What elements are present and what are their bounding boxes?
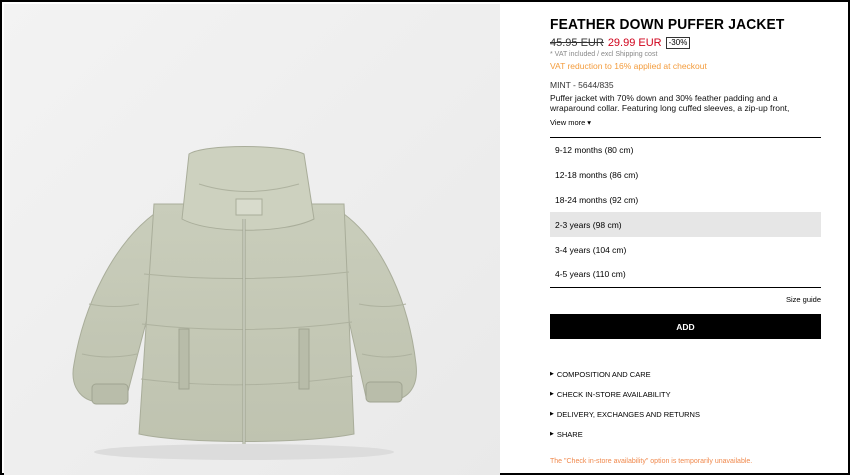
size-option[interactable]: 3-4 years (104 cm) (550, 237, 821, 262)
jacket-illustration (4, 4, 500, 475)
product-image (4, 4, 500, 475)
link-label: CHECK IN-STORE AVAILABILITY (556, 389, 671, 399)
link-label: SHARE (556, 429, 583, 439)
product-description: Puffer jacket with 70% down and 30% feat… (550, 93, 790, 113)
view-more-link[interactable]: View more ▾ (550, 118, 822, 127)
window-frame: FEATHER DOWN PUFFER JACKET 45.95 EUR 29.… (0, 0, 850, 475)
sale-price: 29.99 EUR (607, 37, 662, 49)
availability-notice: The "Check in-store availability" option… (550, 458, 753, 465)
composition-care-link[interactable]: ▶ COMPOSITION AND CARE (550, 364, 821, 384)
share-link[interactable]: ▶ SHARE (550, 424, 821, 444)
link-label: COMPOSITION AND CARE (556, 369, 651, 379)
size-option[interactable]: 9-12 months (80 cm) (550, 138, 821, 163)
size-label: 3-4 years (104 cm) (555, 244, 627, 255)
product-title: FEATHER DOWN PUFFER JACKET (550, 16, 785, 33)
size-label: 18-24 months (92 cm) (555, 194, 639, 205)
delivery-returns-link[interactable]: ▶ DELIVERY, EXCHANGES AND RETURNS (550, 404, 821, 424)
triangle-right-icon: ▶ (550, 411, 554, 417)
size-label: 12-18 months (86 cm) (555, 170, 639, 181)
size-label: 2-3 years (98 cm) (555, 219, 622, 230)
info-links: ▶ COMPOSITION AND CARE ▶ CHECK IN-STORE … (550, 364, 821, 444)
link-label: DELIVERY, EXCHANGES AND RETURNS (556, 409, 700, 419)
check-store-availability-link[interactable]: ▶ CHECK IN-STORE AVAILABILITY (550, 384, 821, 404)
size-option-selected[interactable]: 2-3 years (98 cm) (550, 212, 821, 238)
triangle-right-icon: ▶ (550, 391, 554, 397)
caret-down-icon: ▾ (587, 118, 592, 127)
old-price: 45.95 EUR (550, 37, 604, 49)
triangle-right-icon: ▶ (550, 371, 554, 377)
size-option[interactable]: 12-18 months (86 cm) (550, 163, 821, 188)
product-info: FEATHER DOWN PUFFER JACKET 45.95 EUR 29.… (550, 16, 822, 127)
size-selector: 9-12 months (80 cm) 12-18 months (86 cm)… (550, 137, 821, 288)
triangle-right-icon: ▶ (550, 431, 554, 437)
price-row: 45.95 EUR 29.99 EUR -30% (550, 37, 822, 49)
view-more-label: View more (550, 118, 586, 127)
size-label: 9-12 months (80 cm) (555, 145, 634, 156)
add-to-cart-button[interactable]: ADD (550, 314, 821, 339)
size-option[interactable]: 4-5 years (110 cm) (550, 262, 821, 287)
vat-note: * VAT included / excl Shipping cost (550, 51, 658, 58)
size-option[interactable]: 18-24 months (92 cm) (550, 188, 821, 213)
vat-reduction-note: VAT reduction to 16% applied at checkout (550, 61, 707, 71)
size-guide-link[interactable]: Size guide (550, 295, 821, 304)
size-label: 4-5 years (110 cm) (555, 269, 626, 280)
discount-badge: -30% (665, 37, 691, 49)
color-reference: MINT - 5644/835 (550, 80, 614, 90)
